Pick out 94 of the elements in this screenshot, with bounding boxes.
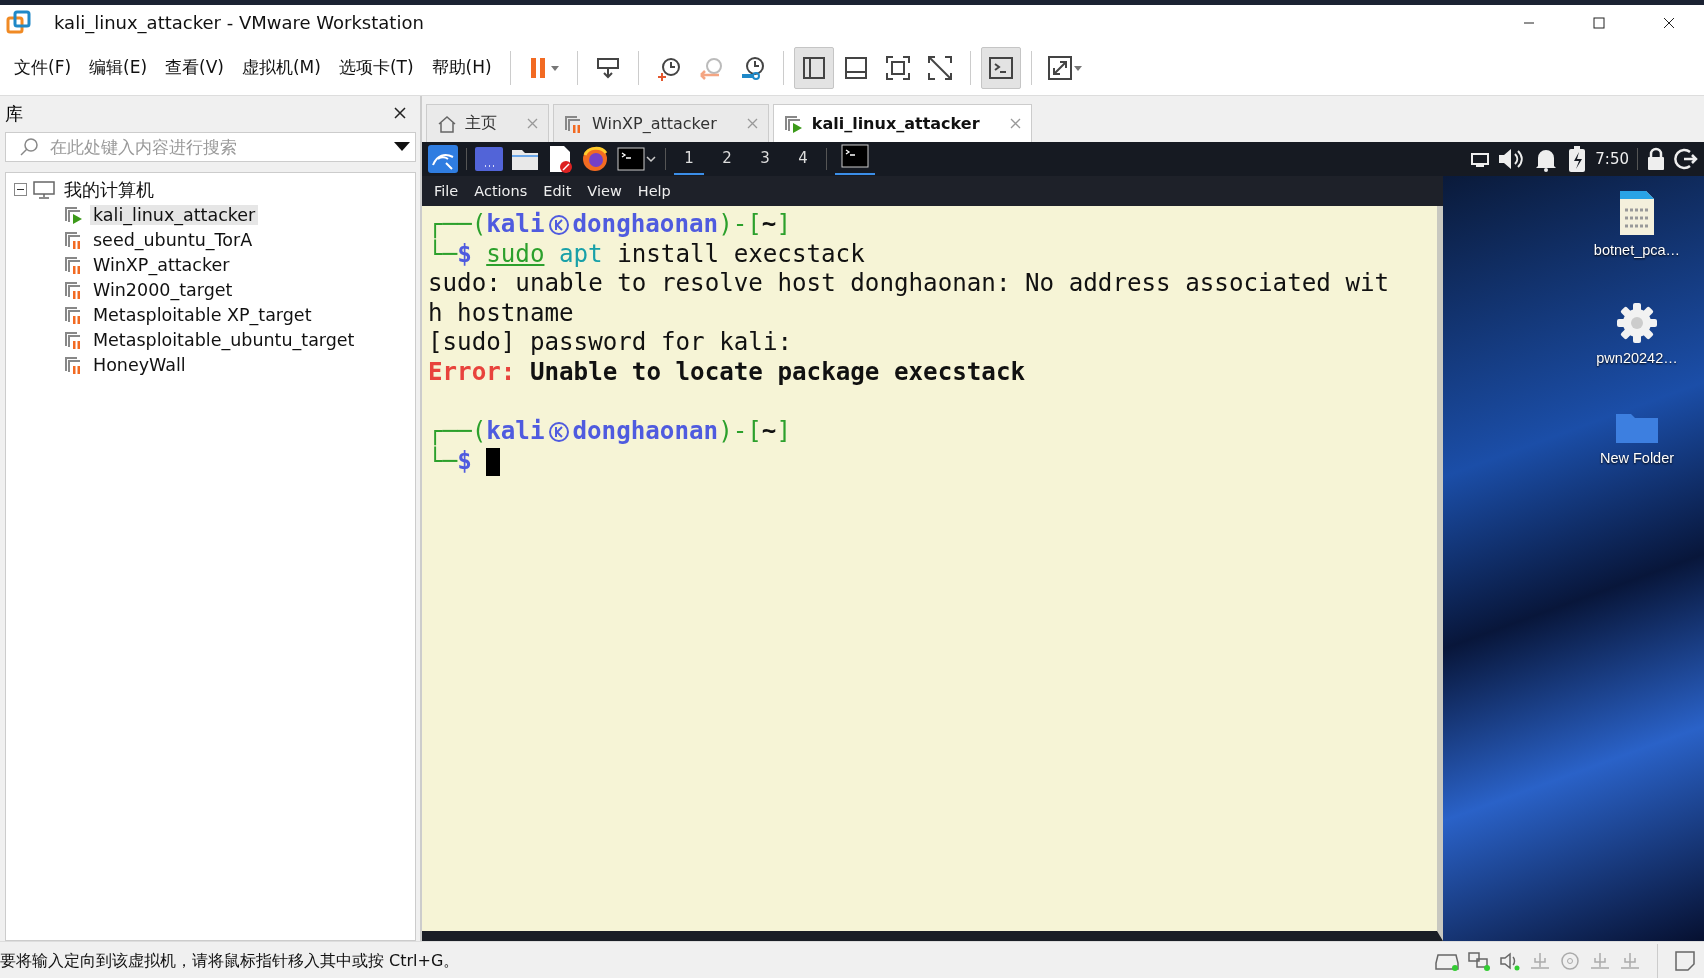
terminal-text: sudo: unable to resolve host donghaonan: No address associated wit bbox=[428, 269, 1390, 299]
window-title: kali_linux_attacker - VMware Workstation bbox=[54, 12, 425, 33]
menu-item[interactable]: 虚拟机(M) bbox=[233, 50, 329, 85]
fullscreen-icon bbox=[883, 53, 912, 82]
collapse-icon[interactable] bbox=[14, 183, 27, 196]
logout-icon[interactable] bbox=[1674, 147, 1698, 171]
library-title: 库 bbox=[5, 102, 23, 126]
text-cursor bbox=[486, 447, 501, 476]
menu-item[interactable]: 编辑(E) bbox=[81, 50, 156, 85]
terminal-text: donghaonan bbox=[572, 210, 719, 240]
menu-item[interactable]: Edit bbox=[535, 179, 580, 203]
desktop-item[interactable]: pwn20242… bbox=[1582, 302, 1692, 366]
search-field[interactable]: 在此处键入内容进行搜索 bbox=[5, 132, 416, 162]
tab[interactable]: 主页 bbox=[426, 104, 549, 142]
terminal-text: ~ bbox=[761, 417, 777, 447]
terminal-text: kali bbox=[486, 417, 545, 447]
circled-k-icon bbox=[547, 213, 570, 236]
terminal-text: apt bbox=[558, 239, 603, 270]
lock-icon[interactable] bbox=[1646, 147, 1666, 171]
desktop-item[interactable]: botnet_pca… bbox=[1582, 190, 1692, 258]
menu-item[interactable]: File bbox=[426, 179, 467, 203]
circled-k-icon bbox=[547, 420, 570, 443]
terminal-icon[interactable] bbox=[617, 147, 645, 171]
tree-item[interactable]: 我的计算机 bbox=[61, 177, 157, 202]
terminal-text: [sudo] password for kali: bbox=[428, 328, 793, 358]
tree-item[interactable]: Metasploitable XP_target bbox=[90, 304, 315, 325]
app-logo-icon bbox=[6, 9, 32, 36]
battery-icon[interactable] bbox=[1567, 145, 1588, 173]
file-manager-icon[interactable] bbox=[511, 147, 539, 171]
computer-icon bbox=[33, 179, 55, 200]
workspace-button[interactable]: 2 bbox=[712, 143, 742, 175]
menu-item[interactable]: 帮助(H) bbox=[423, 50, 500, 85]
gear-icon bbox=[1616, 302, 1658, 344]
volume-icon[interactable] bbox=[1497, 146, 1526, 172]
terminal-task-button[interactable] bbox=[835, 143, 875, 175]
terminal-text: $ bbox=[457, 239, 472, 270]
close-icon[interactable] bbox=[1009, 118, 1021, 129]
terminal-text: ~ bbox=[761, 210, 777, 240]
speaker-icon[interactable] bbox=[1499, 951, 1521, 971]
terminal-text: h hostname bbox=[428, 298, 574, 329]
close-icon bbox=[1663, 16, 1675, 29]
binary-file-icon bbox=[1619, 190, 1655, 236]
terminal-text: └─ bbox=[428, 446, 458, 477]
menu-item[interactable]: Actions bbox=[466, 179, 536, 203]
tree-item[interactable]: WinXP_attacker bbox=[90, 254, 233, 275]
home-icon bbox=[437, 114, 457, 133]
caret-icon[interactable] bbox=[645, 154, 657, 164]
terminal-text: sudo bbox=[486, 239, 545, 270]
text-editor-icon[interactable] bbox=[547, 145, 573, 173]
terminal-text: ┌──( bbox=[428, 417, 487, 446]
network-adapter-icon[interactable] bbox=[1467, 951, 1491, 971]
terminal-text: donghaonan bbox=[572, 417, 719, 447]
terminal-text: └─ bbox=[428, 239, 458, 270]
unity-icon bbox=[925, 53, 954, 82]
terminal-text: )-[ bbox=[718, 210, 762, 240]
terminal-icon bbox=[841, 144, 869, 168]
close-icon bbox=[394, 106, 406, 119]
terminal-text: Error: bbox=[428, 357, 516, 388]
clock: 7:50 bbox=[1595, 150, 1629, 168]
tree-item[interactable]: HoneyWall bbox=[90, 354, 189, 375]
menu-item[interactable]: 文件(F) bbox=[6, 50, 80, 85]
tree-item[interactable]: kali_linux_attacker bbox=[90, 204, 259, 225]
browser-icon[interactable] bbox=[581, 145, 609, 173]
tree-item[interactable]: Metasploitable_ubuntu_target bbox=[90, 329, 358, 350]
tree-item[interactable]: seed_ubuntu_TorA bbox=[90, 229, 256, 250]
workspace-button[interactable]: 3 bbox=[750, 143, 780, 175]
tree-item[interactable]: Win2000_target bbox=[90, 279, 236, 300]
maximize-icon bbox=[1593, 16, 1605, 29]
vm-running-icon bbox=[783, 113, 804, 134]
dropdown-icon[interactable] bbox=[394, 142, 410, 152]
menu-item[interactable]: Help bbox=[629, 179, 679, 203]
menu-item[interactable]: 查看(V) bbox=[157, 50, 232, 85]
tab[interactable]: WinXP_attacker bbox=[553, 104, 769, 142]
terminal-text: ] bbox=[776, 417, 791, 447]
menu-item[interactable]: View bbox=[579, 179, 630, 203]
terminal-text: )-[ bbox=[718, 417, 762, 447]
terminal-text: ] bbox=[776, 210, 791, 240]
library-view-button[interactable] bbox=[793, 46, 834, 89]
menu-item[interactable]: 选项卡(T) bbox=[330, 50, 422, 85]
dragon-logo-icon[interactable] bbox=[428, 145, 458, 173]
terminal-text: kali bbox=[486, 210, 545, 240]
tab[interactable]: kali_linux_attacker bbox=[772, 104, 1032, 142]
console-button[interactable] bbox=[980, 46, 1021, 89]
network-icon[interactable] bbox=[1471, 151, 1490, 167]
desktop-item[interactable]: New Folder bbox=[1582, 410, 1692, 466]
terminal-text: ┌──( bbox=[428, 210, 487, 239]
terminal-text: $ bbox=[457, 446, 472, 477]
terminal-text: Unable to locate package execstack bbox=[529, 357, 1025, 388]
stretch-icon bbox=[1045, 53, 1084, 82]
terminal-text: install execstack bbox=[617, 239, 865, 270]
note-icon[interactable] bbox=[1674, 950, 1696, 972]
workspace-button[interactable]: 4 bbox=[788, 143, 818, 175]
status-message: 要将输入定向到该虚拟机，请将鼠标指针移入其中或按 Ctrl+G。 bbox=[0, 950, 461, 972]
search-icon bbox=[19, 137, 39, 157]
